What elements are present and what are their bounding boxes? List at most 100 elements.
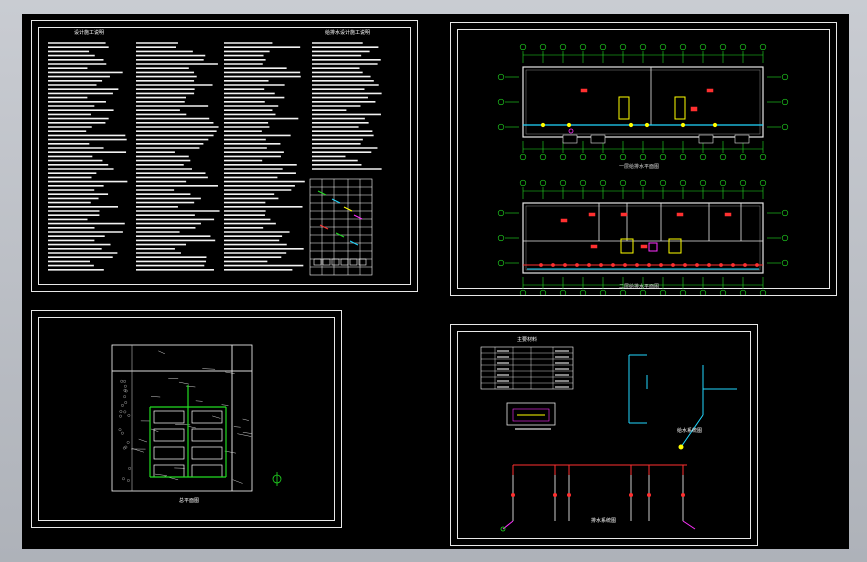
drain-point <box>575 263 579 267</box>
axis-bubble <box>519 43 527 51</box>
valve <box>628 122 634 128</box>
axis-bubble <box>739 179 747 187</box>
building <box>153 464 185 478</box>
tree <box>126 441 130 444</box>
drain-point <box>731 263 735 267</box>
drain-point <box>671 263 675 267</box>
valve <box>680 122 686 128</box>
axis-bubble <box>599 289 607 295</box>
context-line <box>221 404 229 406</box>
axis-bubble <box>659 179 667 187</box>
context-line <box>150 396 161 398</box>
material-table <box>480 346 574 390</box>
site-boundary <box>111 344 253 492</box>
axis-bubble <box>659 153 667 161</box>
context-line <box>185 385 196 388</box>
toilet-room <box>648 242 658 252</box>
drawing-viewport[interactable]: 设计施工说明 给排水设计施工说明 一层给排水平面图 二层给排水平面图 总平面图 … <box>22 14 849 549</box>
site-plan-drawing <box>111 344 282 492</box>
axis-bubble <box>639 179 647 187</box>
axis-bubble <box>497 98 505 106</box>
drain-point <box>539 263 543 267</box>
context-line <box>233 426 241 428</box>
drain-point <box>647 493 651 497</box>
axis-bubble <box>519 179 527 187</box>
axis-bubble <box>539 179 547 187</box>
axis-bubble <box>699 153 707 161</box>
axis-bubble <box>719 179 727 187</box>
axis-bubble <box>497 73 505 81</box>
stair <box>562 134 578 144</box>
axis-bubble <box>559 153 567 161</box>
drain-point <box>611 263 615 267</box>
axis-bubble <box>639 43 647 51</box>
tree <box>127 414 131 417</box>
sheet-design-notes[interactable]: 设计施工说明 给排水设计施工说明 <box>31 20 418 292</box>
drain-point <box>681 493 685 497</box>
drain-point <box>647 263 651 267</box>
sheet-system-diagram[interactable]: 主要材料 给水系统图 排水系统图 <box>450 324 758 546</box>
drain-point <box>511 493 515 497</box>
axis-bubble <box>739 289 747 295</box>
axis-bubble <box>659 43 667 51</box>
drain-point <box>587 263 591 267</box>
axis-bubble <box>781 123 789 131</box>
tree <box>124 384 127 388</box>
context-line <box>232 479 243 484</box>
fixture <box>690 106 698 112</box>
building <box>191 410 223 424</box>
valve <box>540 122 546 128</box>
plan-bottom-caption: 二层给排水平面图 <box>619 284 660 290</box>
axis-bubble <box>781 209 789 217</box>
building <box>153 446 185 460</box>
system-diagram-drawing <box>480 346 737 532</box>
outlet <box>682 520 696 530</box>
axis-bubble <box>539 289 547 295</box>
axis-bubble <box>679 153 687 161</box>
axis-bubble <box>497 123 505 131</box>
axis-bubble <box>781 73 789 81</box>
drain-point <box>707 263 711 267</box>
context-line <box>225 371 235 374</box>
axis-bubble <box>579 289 587 295</box>
axis-bubble <box>619 289 627 295</box>
notes-text-block <box>48 42 382 276</box>
context-line <box>202 368 216 370</box>
room-tag <box>724 212 732 217</box>
tree <box>124 401 128 404</box>
axis-bubble <box>759 179 767 187</box>
tree <box>128 467 132 470</box>
exterior-wall <box>522 66 764 138</box>
axis-bubble <box>497 234 505 242</box>
building <box>191 428 223 442</box>
axis-bubble <box>619 43 627 51</box>
tank-detail <box>506 402 556 426</box>
bottom-caption: 排水系统图 <box>591 518 617 524</box>
axis-bubble <box>719 43 727 51</box>
sheet-floor-plans[interactable]: 一层给排水平面图 二层给排水平面图 <box>450 22 837 296</box>
drain-point <box>553 493 557 497</box>
context-line <box>154 473 167 476</box>
axis-bubble <box>579 153 587 161</box>
valve <box>678 444 684 450</box>
room-tag <box>580 88 588 93</box>
context-line <box>242 432 253 434</box>
valve <box>712 122 718 128</box>
tree <box>118 428 122 432</box>
riser <box>568 128 574 134</box>
tree <box>123 379 126 383</box>
floor-plan-drawing <box>497 43 789 295</box>
drain-point <box>629 493 633 497</box>
valve <box>644 122 650 128</box>
tree <box>123 410 127 414</box>
drain-point <box>599 263 603 267</box>
axis-bubble <box>497 259 505 267</box>
drain-point <box>755 263 759 267</box>
legend-box <box>349 258 358 266</box>
axis-bubble <box>539 43 547 51</box>
sheet-site-plan[interactable]: 总平面图 <box>31 310 342 528</box>
stair <box>698 134 714 144</box>
legend-symbol <box>353 214 363 220</box>
tree <box>123 395 127 399</box>
drain-point <box>563 263 567 267</box>
